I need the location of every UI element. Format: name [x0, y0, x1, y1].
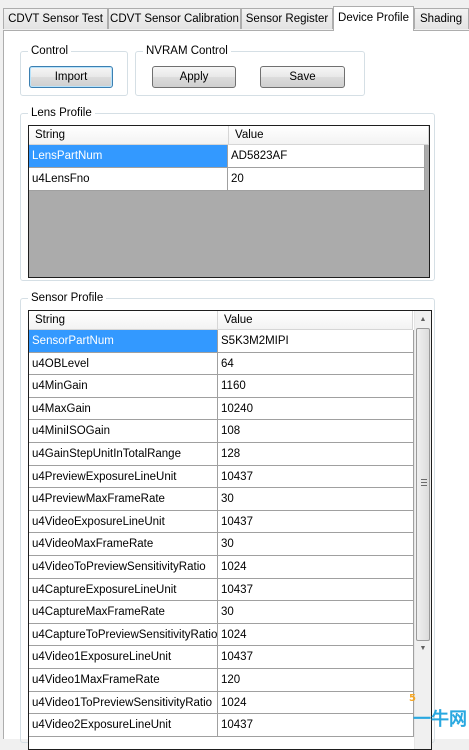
sensor-cell-value[interactable]: 1024: [218, 691, 414, 715]
sensor-grid-header: String Value: [29, 311, 413, 330]
sensor-cell-string[interactable]: u4Video2ExposureLineUnit: [29, 714, 218, 737]
watermark-mark: 5: [409, 693, 416, 704]
tab-cdvt-sensor-calibration[interactable]: CDVT Sensor Calibration: [108, 8, 241, 29]
column-header-value[interactable]: Value: [218, 311, 413, 329]
sensor-cell-value[interactable]: 1024: [218, 556, 414, 579]
control-group: Control Import: [20, 44, 128, 96]
sensor-cell-string[interactable]: u4VideoToPreviewSensitivityRatio: [29, 556, 218, 579]
sensor-cell-string[interactable]: u4OBLevel: [29, 352, 218, 376]
sensor-cell-string[interactable]: u4CaptureToPreviewSensitivityRatio: [29, 623, 218, 647]
save-button[interactable]: Save: [260, 66, 345, 88]
tab-shading[interactable]: Shading: [414, 8, 469, 29]
sensor-cell-string[interactable]: u4CaptureExposureLineUnit: [29, 578, 218, 602]
lens-cell-string[interactable]: LensPartNum: [29, 145, 228, 168]
scroll-down-arrow-icon[interactable]: ▼: [415, 640, 431, 657]
sensor-profile-group: Sensor Profile String Value SensorPartNu…: [20, 291, 435, 750]
sensor-cell-value[interactable]: 10240: [218, 397, 414, 421]
lens-grid-header: String Value: [29, 126, 429, 145]
watermark-text: 一牛网: [413, 709, 467, 730]
sensor-cell-value[interactable]: 10437: [218, 465, 414, 489]
column-header-value[interactable]: Value: [229, 126, 429, 144]
scroll-thumb[interactable]: [416, 328, 430, 641]
sensor-cell-value[interactable]: 128: [218, 443, 414, 466]
tab-strip: CDVT Sensor Test CDVT Sensor Calibration…: [0, 0, 469, 31]
control-group-label: Control: [28, 44, 72, 58]
sensor-cell-value[interactable]: 10437: [218, 714, 414, 737]
sensor-cell-value[interactable]: 108: [218, 420, 414, 443]
nvram-control-group: NVRAM Control Apply Save: [135, 44, 365, 96]
sensor-cell-value[interactable]: 10437: [218, 646, 414, 669]
column-header-string[interactable]: String: [29, 126, 229, 144]
lens-profile-group: Lens Profile String Value LensPartNum AD…: [20, 106, 435, 281]
sensor-cell-string[interactable]: u4Video1ExposureLineUnit: [29, 646, 218, 669]
vertical-scrollbar[interactable]: ▲ ▼: [414, 311, 431, 749]
sensor-cell-value[interactable]: 120: [218, 669, 414, 692]
sensor-cell-string[interactable]: u4VideoMaxFrameRate: [29, 533, 218, 556]
lens-cell-string[interactable]: u4LensFno: [29, 168, 228, 191]
sensor-cell-string[interactable]: u4PreviewExposureLineUnit: [29, 465, 218, 489]
sensor-cell-value[interactable]: 30: [218, 601, 414, 624]
watermark-logo: 5 一牛网: [409, 693, 467, 731]
sensor-cell-value[interactable]: 1024: [218, 623, 414, 647]
lens-cell-value[interactable]: 20: [228, 168, 425, 191]
lens-profile-grid: String Value LensPartNum AD5823AF u4Lens…: [28, 125, 430, 278]
sensor-cell-value[interactable]: 30: [218, 488, 414, 511]
sensor-cell-string[interactable]: u4PreviewMaxFrameRate: [29, 488, 218, 511]
sensor-cell-value[interactable]: 10437: [218, 510, 414, 534]
sensor-cell-value[interactable]: S5K3M2MIPI: [218, 330, 414, 353]
sensor-profile-grid: String Value SensorPartNum S5K3M2MIPI u4OB…: [28, 310, 432, 750]
import-button[interactable]: Import: [29, 66, 113, 88]
scroll-up-arrow-icon[interactable]: ▲: [415, 311, 431, 328]
sensor-cell-string[interactable]: u4Video1ToPreviewSensitivityRatio: [29, 691, 218, 715]
sensor-cell-value[interactable]: 10437: [218, 578, 414, 602]
column-header-string[interactable]: String: [29, 311, 218, 329]
nvram-group-label: NVRAM Control: [143, 44, 231, 58]
sensor-cell-value[interactable]: 64: [218, 352, 414, 376]
sensor-cell-string[interactable]: u4Video1MaxFrameRate: [29, 669, 218, 692]
sensor-cell-string[interactable]: SensorPartNum: [29, 330, 218, 353]
sensor-cell-string[interactable]: u4VideoExposureLineUnit: [29, 510, 218, 534]
apply-button[interactable]: Apply: [152, 66, 236, 88]
sensor-cell-string[interactable]: u4MiniISOGain: [29, 420, 218, 443]
tab-device-profile[interactable]: Device Profile: [333, 6, 414, 31]
device-profile-page: Control Import NVRAM Control Apply Save …: [3, 30, 469, 750]
sensor-cell-string[interactable]: u4CaptureMaxFrameRate: [29, 601, 218, 624]
tab-cdvt-sensor-test[interactable]: CDVT Sensor Test: [3, 8, 108, 29]
sensor-cell-string[interactable]: u4MaxGain: [29, 397, 218, 421]
sensor-cell-string[interactable]: u4GainStepUnitInTotalRange: [29, 443, 218, 466]
lens-cell-value[interactable]: AD5823AF: [228, 145, 425, 168]
tab-sensor-register[interactable]: Sensor Register: [241, 8, 333, 29]
lens-profile-label: Lens Profile: [28, 106, 95, 120]
sensor-cell-value[interactable]: 1160: [218, 375, 414, 398]
sensor-cell-value[interactable]: 30: [218, 533, 414, 556]
sensor-profile-label: Sensor Profile: [28, 291, 107, 305]
sensor-cell-string[interactable]: u4MinGain: [29, 375, 218, 398]
